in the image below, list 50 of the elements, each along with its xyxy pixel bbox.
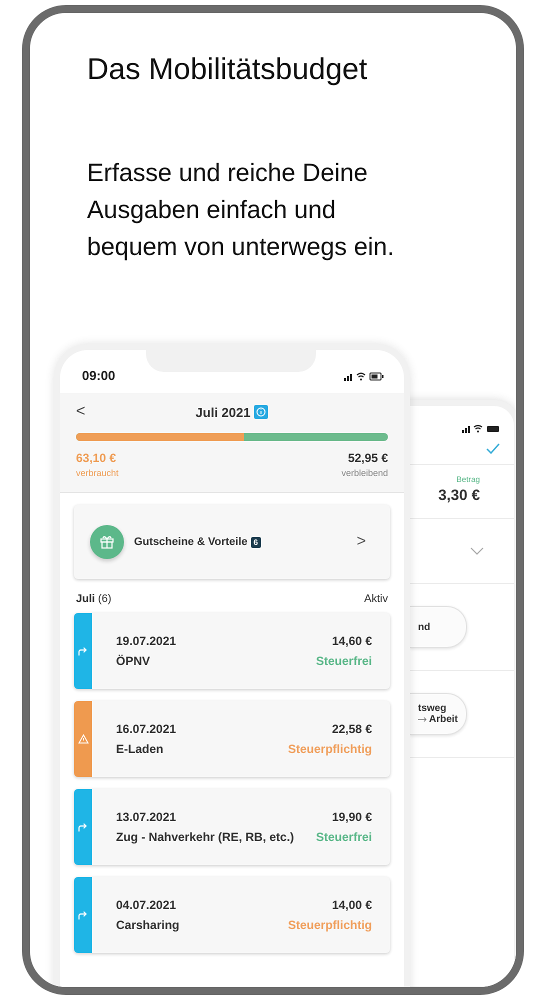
voucher-label: Gutscheine & Vorteile [134,536,248,548]
remaining-label: verbleibend [341,468,388,478]
expense-date: 16.07.2021 [116,722,178,736]
spent-label: verbraucht [76,468,120,478]
expense-amount: 14,00 € [332,898,372,912]
list-heading: Juli (6) [76,593,112,605]
back-button[interactable]: < [76,403,86,421]
chevron-down-icon[interactable] [470,547,484,555]
count-badge: 6 [250,536,261,548]
tax-status: Steuerfrei [316,830,372,844]
headline: Das Mobilitätsbudget [87,53,368,87]
checkmark-icon[interactable] [486,443,500,454]
warning-icon [78,734,88,744]
expense-date: 04.07.2021 [116,898,178,912]
amount-value: 3,30 € [438,487,480,504]
arrow-icon [418,717,427,722]
expense-amount: 22,58 € [332,722,372,736]
expense-amount: 14,60 € [332,634,372,648]
expense-card[interactable]: 04.07.2021 14,00 € Carsharing Steuerpflichtig [74,877,390,953]
tax-status: Steuerfrei [316,654,372,668]
redo-arrow-icon [78,822,88,832]
expense-card[interactable]: 16.07.2021 22,58 € E-Laden Steuerpflichtig [74,701,390,777]
expense-date: 19.07.2021 [116,634,178,648]
expense-category: ÖPNV [116,654,152,668]
expense-card[interactable]: 19.07.2021 14,60 € ÖPNV Steuerfrei [74,613,390,689]
filter-label[interactable]: Aktiv [364,593,388,605]
expense-amount: 19,90 € [332,810,372,824]
status-icons [344,370,384,380]
redo-arrow-icon [78,646,88,656]
info-icon[interactable] [254,405,268,419]
redo-arrow-icon [78,910,88,920]
amount-label: Betrag [456,475,480,484]
option-chip[interactable]: tsweg Arbeit [410,693,467,735]
gift-icon [90,525,124,559]
status-time: 09:00 [82,368,116,383]
expense-category: Zug - Nahverkehr (RE, RB, etc.) [116,830,296,844]
month-title: Juli 2021 [196,404,250,420]
tax-status: Steuerpflichtig [288,918,372,932]
tax-status: Steuerpflichtig [288,742,372,756]
chevron-right: > [356,533,366,551]
expense-category: E-Laden [116,742,164,756]
expense-card[interactable]: 13.07.2021 19,90 € Zug - Nahverkehr (RE, RB, etc.) Steuerfrei [74,789,390,865]
voucher-card[interactable]: Gutscheine & Vorteile 6 > [74,505,390,579]
expense-category: Carsharing [116,918,180,932]
subheadline: Erfasse und reiche Deine Ausgaben einfach und bequem von unterwegs ein. [87,158,396,263]
status-icons [462,424,500,433]
remaining-amount: 52,95 € [346,451,388,465]
expense-date: 13.07.2021 [116,810,178,824]
spent-amount: 63,10 € [76,451,118,465]
option-chip[interactable]: nd [410,606,467,648]
